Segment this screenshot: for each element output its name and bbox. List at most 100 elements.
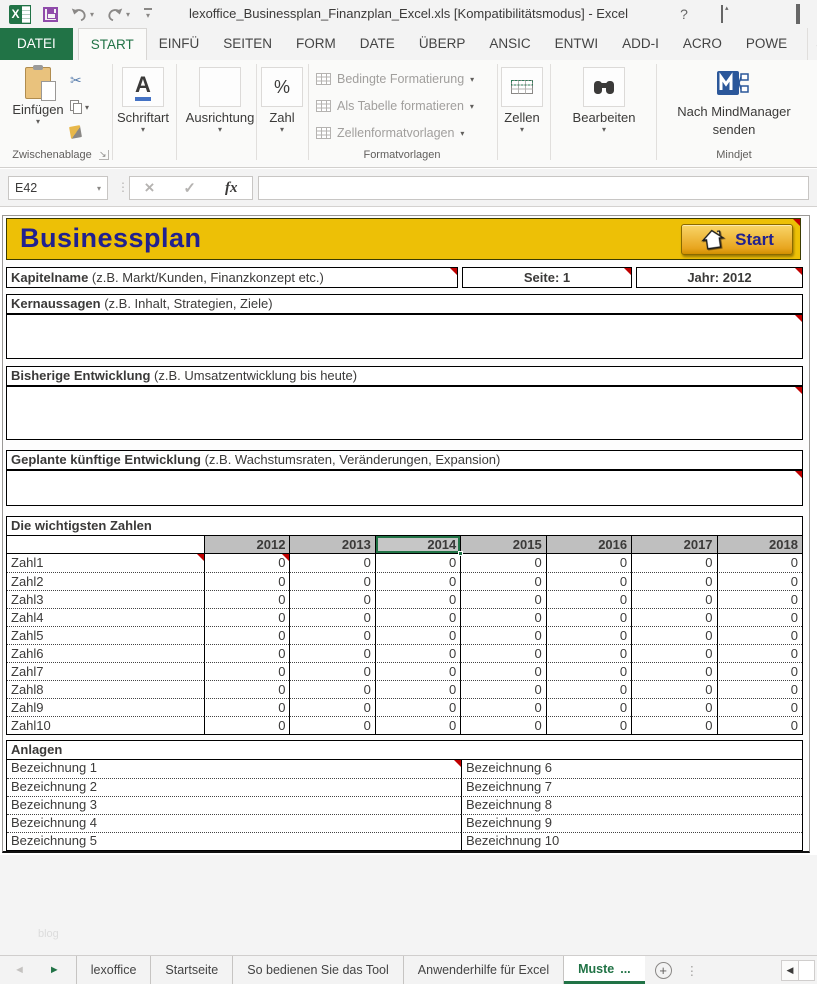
value-cell[interactable]: 0	[460, 626, 545, 644]
year-header-cell[interactable]: 2018	[717, 536, 802, 553]
value-cell[interactable]: 0	[717, 608, 802, 626]
value-cell[interactable]: 0	[460, 572, 545, 590]
user-account-button[interactable]: Schoenstei... ▾	[807, 28, 817, 60]
scroll-left-icon[interactable]: ◀	[781, 960, 799, 981]
value-cell[interactable]: 0	[375, 662, 460, 680]
value-cell[interactable]: 0	[546, 680, 631, 698]
kapitelname-cell[interactable]: Kapitelname (z.B. Markt/Kunden, Finanzko…	[6, 267, 458, 288]
undo-button[interactable]: ▾	[70, 7, 94, 22]
font-group-button[interactable]: A Schriftart ▾	[115, 67, 171, 134]
value-cell[interactable]: 0	[289, 662, 374, 680]
ribbon-tab-ansic[interactable]: ANSIC	[477, 28, 542, 60]
sheet-tab-lexoffice[interactable]: lexoffice	[77, 956, 152, 984]
value-cell[interactable]: 0	[460, 608, 545, 626]
styles-item-zellenformatvorlagen[interactable]: Zellenformatvorlagen▾	[316, 122, 474, 144]
value-cell[interactable]: 0	[717, 716, 802, 734]
value-cell[interactable]: 0	[717, 626, 802, 644]
ribbon-tab-form[interactable]: FORM	[284, 28, 348, 60]
row-label-cell[interactable]: Zahl6	[7, 644, 204, 662]
value-cell[interactable]: 0	[204, 698, 289, 716]
paste-button[interactable]: Einfügen ▾	[10, 67, 66, 126]
value-cell[interactable]: 0	[631, 698, 716, 716]
value-cell[interactable]: 0	[289, 716, 374, 734]
value-cell[interactable]: 0	[375, 680, 460, 698]
value-cell[interactable]: 0	[546, 626, 631, 644]
value-cell[interactable]: 0	[460, 590, 545, 608]
sheet-tab-active[interactable]: Muste...	[564, 956, 645, 984]
sheet-tab-startseite[interactable]: Startseite	[151, 956, 233, 984]
cells-group-button[interactable]: Zellen ▾	[494, 67, 550, 134]
row-label-cell[interactable]: Zahl1	[7, 554, 204, 572]
ribbon-tab-seiten[interactable]: SEITEN	[211, 28, 284, 60]
number-group-button[interactable]: % Zahl ▾	[254, 67, 310, 134]
next-sheet-icon[interactable]: ►	[49, 964, 60, 976]
sheet-tab-so-bedienen-sie-das-tool[interactable]: So bedienen Sie das Tool	[233, 956, 404, 984]
value-cell[interactable]: 0	[289, 644, 374, 662]
value-cell[interactable]: 0	[717, 680, 802, 698]
value-cell[interactable]: 0	[460, 644, 545, 662]
value-cell[interactable]: 0	[460, 554, 545, 572]
value-cell[interactable]: 0	[375, 698, 460, 716]
value-cell[interactable]: 0	[631, 644, 716, 662]
row-label-cell[interactable]: Zahl10	[7, 716, 204, 734]
value-cell[interactable]: 0	[717, 644, 802, 662]
value-cell[interactable]: 0	[204, 572, 289, 590]
value-cell[interactable]: 0	[546, 572, 631, 590]
undo-caret-icon[interactable]: ▾	[90, 10, 94, 19]
value-cell[interactable]: 0	[289, 626, 374, 644]
value-cell[interactable]: 0	[546, 662, 631, 680]
ribbon-tab-add-i[interactable]: ADD-I	[610, 28, 671, 60]
attachment-cell[interactable]: Bezeichnung 5	[7, 832, 461, 850]
row-label-cell[interactable]: Zahl8	[7, 680, 204, 698]
section-input-kernaussagen[interactable]	[6, 314, 803, 359]
jahr-cell[interactable]: Jahr: 2012	[636, 267, 803, 288]
insert-function-icon[interactable]: fx	[225, 180, 238, 197]
value-cell[interactable]: 0	[375, 590, 460, 608]
value-cell[interactable]: 0	[460, 662, 545, 680]
value-cell[interactable]: 0	[204, 626, 289, 644]
value-cell[interactable]: 0	[289, 680, 374, 698]
year-header-cell[interactable]: 2015	[460, 536, 545, 553]
attachment-cell[interactable]: Bezeichnung 7	[461, 778, 802, 796]
format-painter-button[interactable]	[70, 126, 81, 138]
value-cell[interactable]: 0	[289, 590, 374, 608]
value-cell[interactable]: 0	[631, 626, 716, 644]
sheet-tab-anwenderhilfe-für-excel[interactable]: Anwenderhilfe für Excel	[404, 956, 564, 984]
previous-sheet-icon[interactable]: ◄	[14, 964, 25, 976]
section-input-geplante-entwicklung[interactable]	[6, 470, 803, 506]
row-label-cell[interactable]: Zahl3	[7, 590, 204, 608]
ribbon-tab-entwi[interactable]: ENTWI	[543, 28, 611, 60]
value-cell[interactable]: 0	[375, 608, 460, 626]
row-label-cell[interactable]: Zahl9	[7, 698, 204, 716]
value-cell[interactable]: 0	[204, 608, 289, 626]
ribbon-tab-start[interactable]: START	[78, 28, 147, 60]
ribbon-tab-acro[interactable]: ACRO	[671, 28, 734, 60]
year-header-cell[interactable]: 2012	[204, 536, 289, 553]
row-label-cell[interactable]: Zahl2	[7, 572, 204, 590]
value-cell[interactable]: 0	[375, 572, 460, 590]
attachment-cell[interactable]: Bezeichnung 10	[461, 832, 802, 850]
row-label-cell[interactable]: Zahl5	[7, 626, 204, 644]
value-cell[interactable]: 0	[204, 716, 289, 734]
value-cell[interactable]: 0	[375, 554, 460, 572]
value-cell[interactable]: 0	[289, 698, 374, 716]
value-cell[interactable]: 0	[546, 698, 631, 716]
year-header-cell[interactable]: 2014	[375, 536, 460, 553]
ribbon-display-options-icon[interactable]	[703, 6, 741, 22]
ribbon-tab-überp[interactable]: ÜBERP	[407, 28, 478, 60]
value-cell[interactable]: 0	[546, 644, 631, 662]
value-cell[interactable]: 0	[289, 554, 374, 572]
seite-cell[interactable]: Seite: 1	[462, 267, 632, 288]
help-icon[interactable]: ?	[665, 6, 703, 22]
value-cell[interactable]: 0	[631, 680, 716, 698]
year-header-cell[interactable]: 2016	[546, 536, 631, 553]
start-button[interactable]: Start	[681, 224, 793, 255]
value-cell[interactable]: 0	[717, 572, 802, 590]
value-cell[interactable]: 0	[204, 644, 289, 662]
value-cell[interactable]: 0	[204, 554, 289, 572]
value-cell[interactable]: 0	[546, 716, 631, 734]
value-cell[interactable]: 0	[717, 554, 802, 572]
value-cell[interactable]: 0	[204, 680, 289, 698]
value-cell[interactable]: 0	[460, 698, 545, 716]
attachment-cell[interactable]: Bezeichnung 3	[7, 796, 461, 814]
